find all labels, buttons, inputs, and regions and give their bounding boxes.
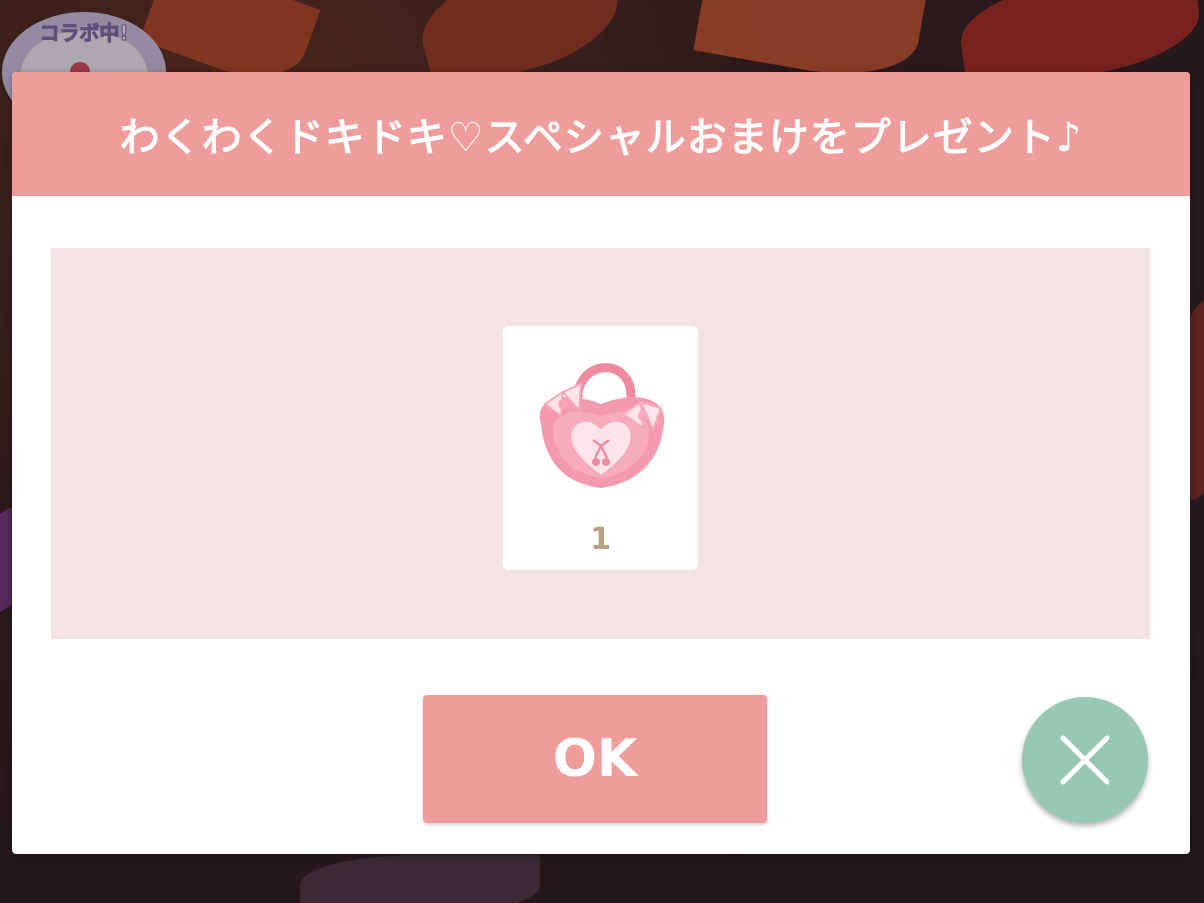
reward-panel: 1 (51, 248, 1150, 639)
ok-button[interactable]: OK (423, 695, 767, 823)
reward-item-card[interactable]: 1 (503, 326, 698, 570)
bonus-gift-dialog: わくわくドキドキ♡スペシャルおまけをプレゼント♪ 1 OK (12, 72, 1190, 854)
close-icon (1060, 735, 1110, 785)
dialog-header: わくわくドキドキ♡スペシャルおまけをプレゼント♪ (12, 72, 1190, 196)
reward-item-quantity: 1 (590, 522, 611, 557)
close-button[interactable] (1022, 697, 1148, 823)
dialog-title: わくわくドキドキ♡スペシャルおまけをプレゼント♪ (119, 115, 1083, 161)
pink-heart-handbag-icon (539, 363, 665, 488)
